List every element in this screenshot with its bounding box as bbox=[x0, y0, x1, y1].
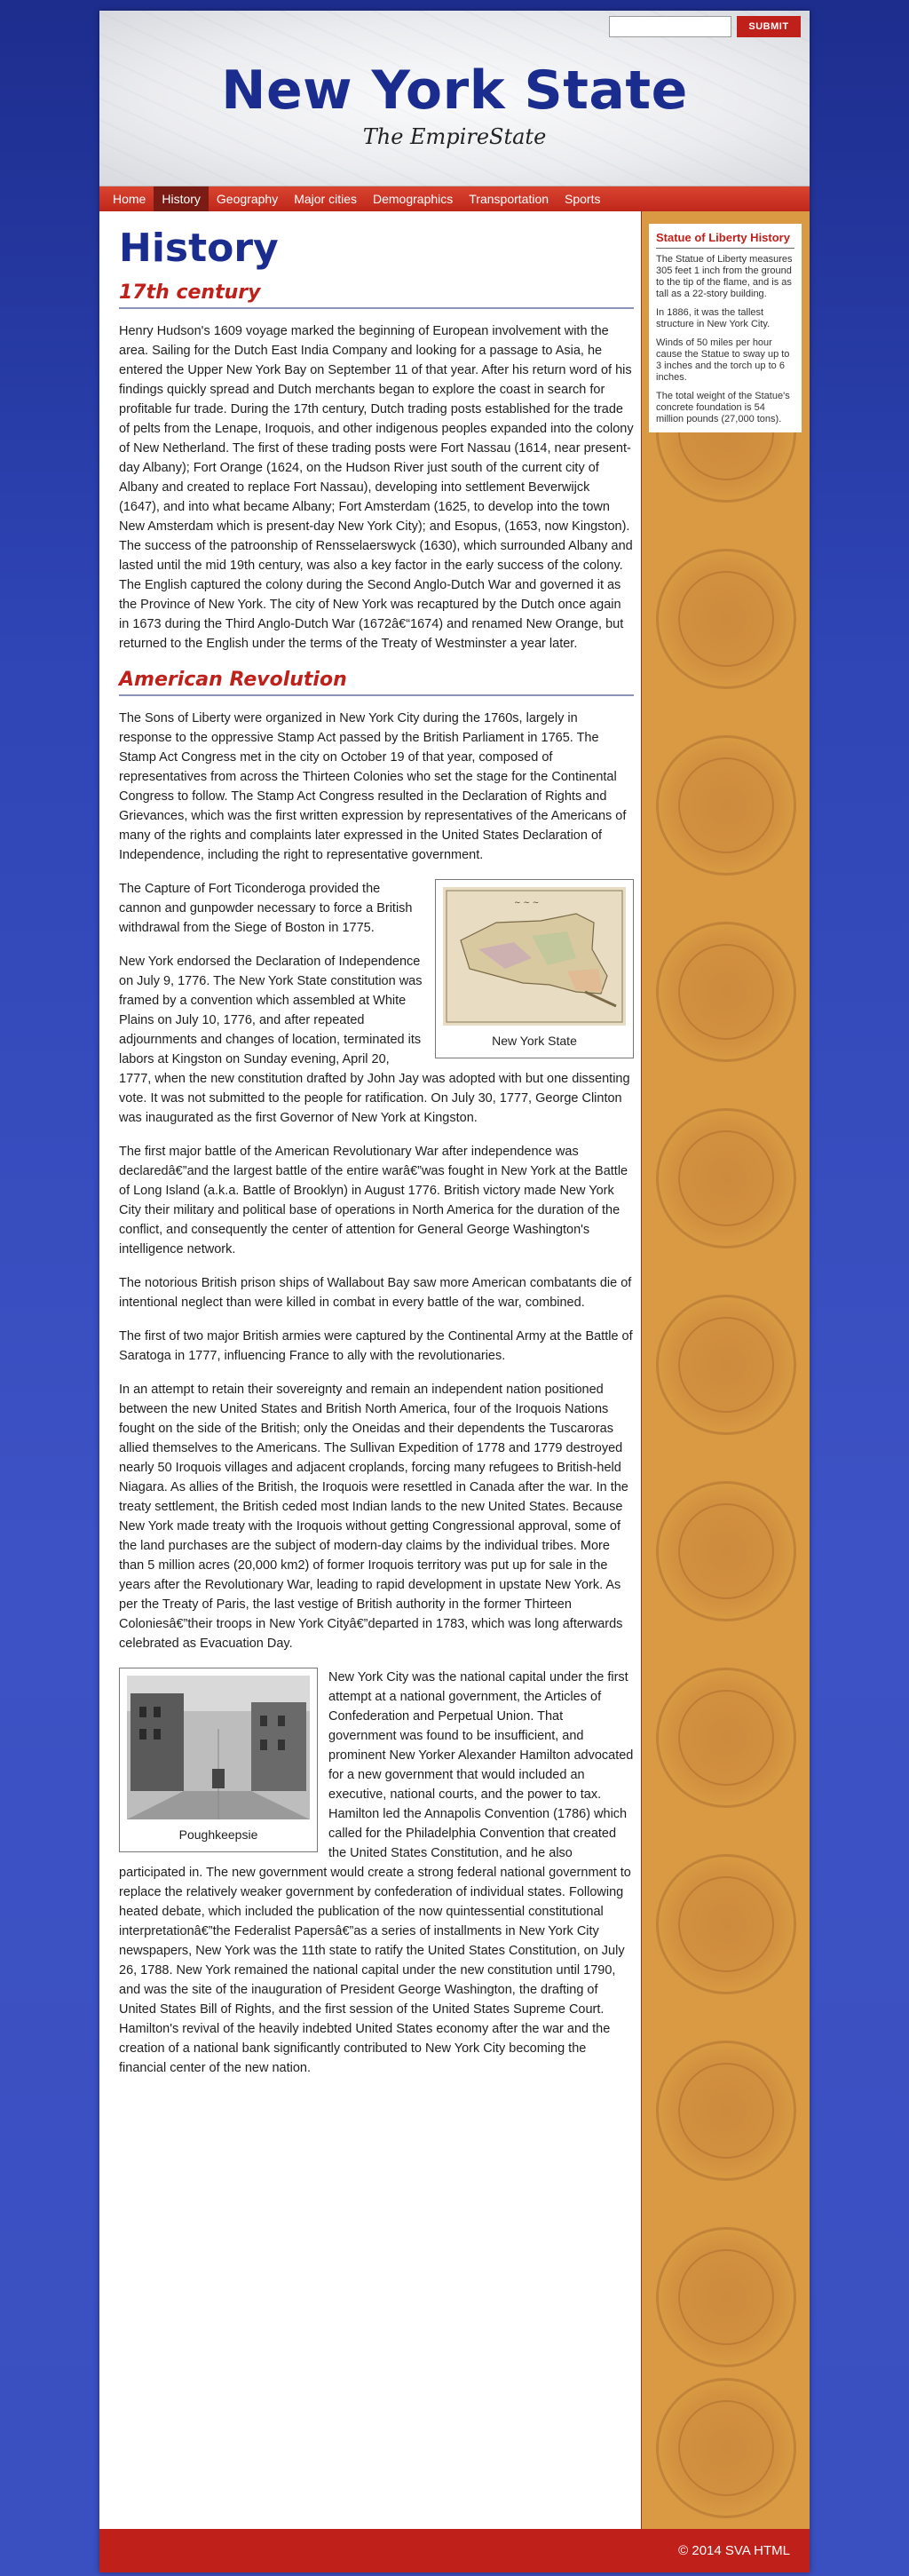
search-form: SUBMIT bbox=[609, 16, 801, 37]
figure-new-york-map: ~ ~ ~ New York State bbox=[435, 879, 634, 1058]
figure-caption: New York State bbox=[492, 1034, 577, 1048]
state-seal-watermark-icon bbox=[656, 1295, 796, 1435]
state-seal-watermark-icon bbox=[656, 2227, 796, 2367]
svg-text:~ ~ ~: ~ ~ ~ bbox=[514, 899, 539, 908]
sidebar-fact-box: Statue of Liberty History The Statue of … bbox=[649, 224, 802, 432]
section-heading-american-revolution: American Revolution bbox=[119, 668, 634, 696]
sidebar-title: Statue of Liberty History bbox=[656, 231, 794, 249]
main-nav: Home History Geography Major cities Demo… bbox=[99, 186, 810, 211]
state-seal-watermark-icon bbox=[656, 549, 796, 689]
search-input[interactable] bbox=[609, 16, 731, 37]
state-seal-watermark-icon bbox=[656, 1108, 796, 1248]
site-tagline: The EmpireState bbox=[362, 124, 547, 149]
nav-item-sports[interactable]: Sports bbox=[557, 186, 608, 211]
state-seal-watermark-icon bbox=[656, 735, 796, 876]
nav-item-history[interactable]: History bbox=[154, 186, 209, 211]
footer-copyright: © 2014 SVA HTML bbox=[678, 2543, 790, 2558]
sidebar-fact: The total weight of the Statue's concret… bbox=[656, 391, 790, 424]
site-footer: © 2014 SVA HTML bbox=[99, 2529, 810, 2572]
nav-item-transportation[interactable]: Transportation bbox=[461, 186, 557, 211]
paragraph: The first major battle of the American R… bbox=[119, 1145, 628, 1256]
sidebar-fact: In 1886, it was the tallest structure in… bbox=[656, 307, 771, 329]
state-seal-watermark-icon bbox=[656, 1854, 796, 1994]
main-content: History 17th century Henry Hudson's 1609… bbox=[119, 220, 634, 2092]
nav-item-geography[interactable]: Geography bbox=[209, 186, 286, 211]
new-york-map-image: ~ ~ ~ bbox=[443, 887, 626, 1026]
paragraph: In an attempt to retain their sovereignt… bbox=[119, 1383, 628, 1651]
poughkeepsie-photo bbox=[127, 1676, 310, 1819]
nav-item-major-cities[interactable]: Major cities bbox=[286, 186, 365, 211]
state-seal-watermark-icon bbox=[656, 1481, 796, 1621]
state-seal-watermark-icon bbox=[656, 1668, 796, 1808]
paragraph: The Sons of Liberty were organized in Ne… bbox=[119, 711, 627, 862]
sidebar-fact: Winds of 50 miles per hour cause the Sta… bbox=[656, 337, 790, 383]
page-container: SUBMIT New York State The EmpireState Ho… bbox=[99, 11, 810, 2572]
paragraph: Henry Hudson's 1609 voyage marked the be… bbox=[119, 324, 634, 651]
sidebar: Statue of Liberty History The Statue of … bbox=[641, 211, 810, 2529]
state-seal-watermark-icon bbox=[656, 2041, 796, 2181]
site-title: New York State bbox=[221, 59, 688, 122]
site-header: SUBMIT New York State The EmpireState bbox=[99, 11, 810, 186]
nav-item-home[interactable]: Home bbox=[105, 186, 154, 211]
nav-item-demographics[interactable]: Demographics bbox=[365, 186, 461, 211]
section-heading-17th-century: 17th century bbox=[119, 281, 634, 309]
page-title: History bbox=[119, 226, 279, 271]
paragraph: The first of two major British armies we… bbox=[119, 1329, 633, 1363]
figure-poughkeepsie: Poughkeepsie bbox=[119, 1668, 318, 1852]
submit-button[interactable]: SUBMIT bbox=[737, 16, 801, 37]
paragraph: The notorious British prison ships of Wa… bbox=[119, 1276, 632, 1310]
figure-caption: Poughkeepsie bbox=[178, 1827, 258, 1842]
sidebar-fact: The Statue of Liberty measures 305 feet … bbox=[656, 254, 793, 299]
state-seal-watermark-icon bbox=[656, 922, 796, 1062]
state-seal-watermark-icon bbox=[656, 2378, 796, 2518]
